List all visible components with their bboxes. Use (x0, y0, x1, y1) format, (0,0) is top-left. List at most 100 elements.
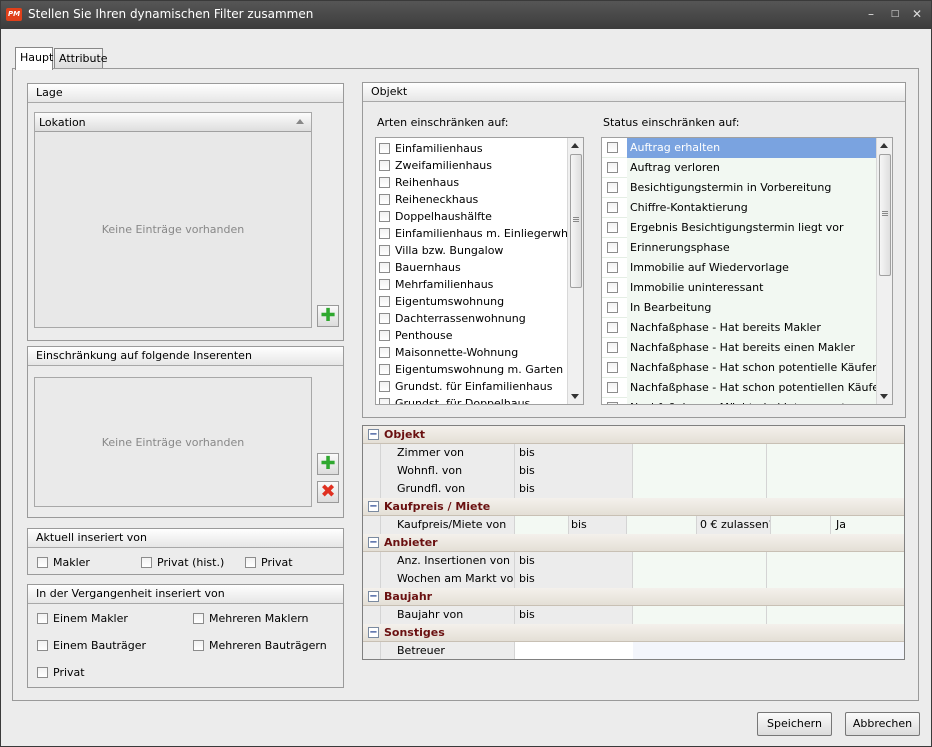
checkbox-box[interactable] (379, 194, 390, 205)
checkbox-privat-vergangen[interactable]: Privat (37, 666, 85, 679)
checkbox-box[interactable] (245, 557, 256, 568)
checkbox-box[interactable] (379, 160, 390, 171)
checkbox-box[interactable] (379, 313, 390, 324)
grid-value-to[interactable] (767, 444, 904, 462)
collapse-minus-icon[interactable]: − (368, 429, 379, 440)
arten-item[interactable]: Zweifamilienhaus (376, 157, 583, 174)
arten-item[interactable]: Maisonnette-Wohnung (376, 344, 583, 361)
checkbox-box[interactable] (193, 613, 204, 624)
status-item[interactable]: Nachfaßphase - Hat bereits Makler (602, 317, 892, 338)
grid-value-from[interactable] (633, 480, 767, 498)
grid-value-to[interactable] (767, 570, 904, 588)
close-icon[interactable]: ✕ (909, 6, 925, 22)
status-item[interactable]: Auftrag verloren (602, 157, 892, 178)
property-grid[interactable]: − Objekt Zimmer von bis Wohnfl. von bis Grundf… (362, 425, 905, 660)
checkbox-box[interactable] (607, 342, 618, 353)
lokation-column-header[interactable]: Lokation (35, 113, 311, 132)
save-button[interactable]: Speichern (757, 712, 832, 736)
checkbox-box[interactable] (607, 142, 618, 153)
arten-item[interactable]: Bauernhaus (376, 259, 583, 276)
checkbox-privat[interactable]: Privat (245, 556, 293, 569)
collapse-minus-icon[interactable]: − (368, 501, 379, 512)
grid-value-betreuer[interactable] (633, 642, 904, 659)
checkbox-box[interactable] (607, 262, 618, 273)
checkbox-mehreren-maklern[interactable]: Mehreren Maklern (193, 612, 309, 625)
status-item[interactable]: Immobilie auf Wiedervorlage (602, 257, 892, 278)
grid-group-header[interactable]: − Objekt (363, 426, 904, 444)
checkbox-box[interactable] (141, 557, 152, 568)
grid-value-zero[interactable] (771, 516, 831, 534)
checkbox-privat-hist[interactable]: Privat (hist.) (141, 556, 224, 569)
add-inserent-button[interactable]: ✚ (317, 453, 339, 475)
arten-item[interactable]: Dachterrassenwohnung (376, 310, 583, 327)
checkbox-box[interactable] (379, 347, 390, 358)
scroll-down-icon[interactable] (880, 394, 888, 399)
checkbox-box[interactable] (379, 296, 390, 307)
tab-haupt[interactable]: Haupt (15, 47, 53, 70)
grid-value-to[interactable] (767, 462, 904, 480)
add-location-button[interactable]: ✚ (317, 305, 339, 327)
status-scrollbar[interactable] (876, 138, 892, 404)
checkbox-box[interactable] (607, 242, 618, 253)
scrollbar-thumb[interactable] (570, 154, 582, 288)
checkbox-box[interactable] (37, 640, 48, 651)
scrollbar-thumb[interactable] (879, 154, 891, 276)
grid-value-ja[interactable]: Ja (831, 516, 904, 534)
checkbox-box[interactable] (379, 398, 390, 404)
checkbox-box[interactable] (379, 211, 390, 222)
arten-item[interactable]: Mehrfamilienhaus (376, 276, 583, 293)
grid-value-to[interactable] (767, 552, 904, 570)
checkbox-box[interactable] (607, 202, 618, 213)
grid-value-from[interactable] (633, 606, 767, 624)
checkbox-box[interactable] (607, 182, 618, 193)
status-item[interactable]: Immobilie uninteressant (602, 277, 892, 298)
checkbox-box[interactable] (607, 162, 618, 173)
scroll-down-icon[interactable] (571, 394, 579, 399)
arten-item[interactable]: Villa bzw. Bungalow (376, 242, 583, 259)
grid-value-to[interactable] (627, 516, 697, 534)
checkbox-einem-makler[interactable]: Einem Makler (37, 612, 128, 625)
collapse-minus-icon[interactable]: − (368, 591, 379, 602)
status-item[interactable]: Besichtigungstermin in Vorbereitung (602, 177, 892, 198)
status-item[interactable]: Nachfaßphase - Möchte bei Interessenten (602, 397, 892, 404)
tab-attribute[interactable]: Attribute (54, 48, 108, 69)
status-item[interactable]: Erinnerungsphase (602, 237, 892, 258)
grid-value-from[interactable] (633, 444, 767, 462)
grid-value-to[interactable] (767, 480, 904, 498)
checkbox-box[interactable] (379, 245, 390, 256)
status-item[interactable]: Auftrag erhalten (602, 138, 892, 158)
checkbox-box[interactable] (193, 640, 204, 651)
status-item[interactable]: Chiffre-Kontaktierung (602, 197, 892, 218)
grid-value-from[interactable] (515, 516, 569, 534)
grid-value-to[interactable] (767, 606, 904, 624)
checkbox-box[interactable] (607, 282, 618, 293)
arten-item[interactable]: Einfamilienhaus m. Einliegerwhg. (376, 225, 583, 242)
arten-item[interactable]: Eigentumswohnung m. Garten (376, 361, 583, 378)
checkbox-box[interactable] (607, 322, 618, 333)
arten-item[interactable]: Reihenhaus (376, 174, 583, 191)
minimize-icon[interactable]: – (863, 6, 879, 22)
arten-scrollbar[interactable] (567, 138, 583, 404)
scroll-up-icon[interactable] (880, 143, 888, 148)
grid-group-header[interactable]: − Anbieter (363, 534, 904, 552)
collapse-minus-icon[interactable]: − (368, 537, 379, 548)
checkbox-box[interactable] (607, 402, 618, 404)
cancel-button[interactable]: Abbrechen (845, 712, 920, 736)
maximize-icon[interactable]: □ (887, 6, 903, 22)
checkbox-box[interactable] (607, 302, 618, 313)
arten-item[interactable]: Penthouse (376, 327, 583, 344)
checkbox-box[interactable] (37, 667, 48, 678)
grid-group-header[interactable]: − Kaufpreis / Miete (363, 498, 904, 516)
status-item[interactable]: In Bearbeitung (602, 297, 892, 318)
checkbox-box[interactable] (379, 279, 390, 290)
grid-group-header[interactable]: − Sonstiges (363, 624, 904, 642)
checkbox-box[interactable] (607, 382, 618, 393)
collapse-minus-icon[interactable]: − (368, 627, 379, 638)
checkbox-einem-bautraeger[interactable]: Einem Bauträger (37, 639, 146, 652)
grid-value-from[interactable] (633, 462, 767, 480)
grid-value-from[interactable] (633, 570, 767, 588)
arten-item[interactable]: Eigentumswohnung (376, 293, 583, 310)
status-item[interactable]: Nachfaßphase - Hat schon potentiellen Kä… (602, 377, 892, 398)
checkbox-box[interactable] (607, 222, 618, 233)
arten-item[interactable]: Reiheneckhaus (376, 191, 583, 208)
